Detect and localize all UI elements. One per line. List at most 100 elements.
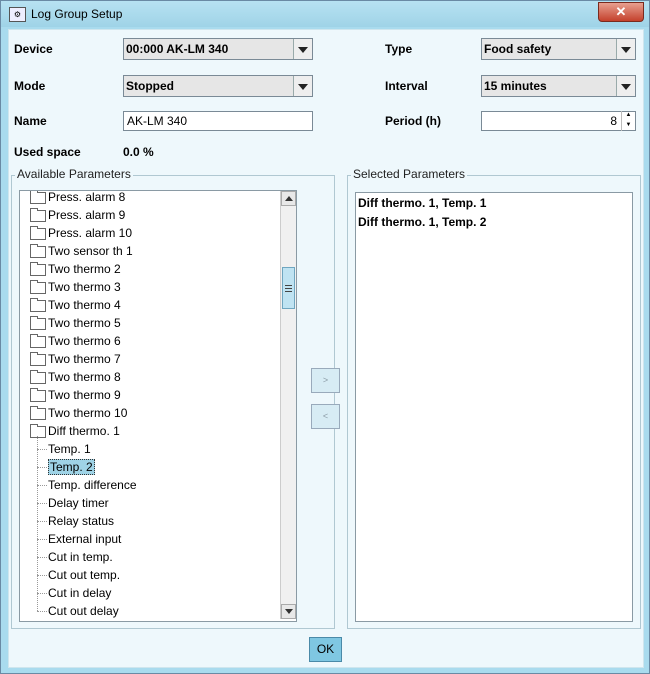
mode-dropdown[interactable]: Stopped bbox=[123, 75, 313, 97]
folder-icon bbox=[30, 226, 46, 240]
tree-folder-label: Two thermo 10 bbox=[48, 406, 128, 420]
device-dropdown[interactable]: 00:000 AK-LM 340 bbox=[123, 38, 313, 60]
tree-folder-row[interactable]: Press. alarm 9 bbox=[20, 206, 280, 224]
interval-label: Interval bbox=[385, 79, 428, 93]
selected-parameters-title: Selected Parameters bbox=[351, 167, 468, 181]
selected-parameters-list[interactable]: Diff thermo. 1, Temp. 1 Diff thermo. 1, … bbox=[355, 192, 633, 622]
close-button[interactable]: ✕ bbox=[598, 2, 644, 22]
grip-line bbox=[285, 285, 292, 286]
tree-connector-tick bbox=[37, 485, 47, 486]
tree-item-label: Cut out delay bbox=[48, 604, 119, 618]
name-label: Name bbox=[14, 114, 47, 128]
folder-icon bbox=[30, 280, 46, 294]
scroll-up-icon[interactable] bbox=[281, 191, 296, 206]
name-input[interactable]: AK-LM 340 bbox=[123, 111, 313, 131]
tree-folder-row[interactable]: Two thermo 6 bbox=[20, 332, 280, 350]
tree-item-row[interactable]: Temp. difference bbox=[48, 476, 137, 494]
tree-item-row[interactable]: Temp. 1 bbox=[48, 440, 91, 458]
tree-folder-label: Two thermo 3 bbox=[48, 280, 121, 294]
add-parameter-button[interactable]: > bbox=[311, 368, 340, 393]
app-icon: ⚙ bbox=[9, 7, 26, 22]
tree-item-label: Cut in delay bbox=[48, 586, 112, 600]
tree-connector-tick bbox=[37, 575, 47, 576]
folder-icon bbox=[30, 244, 46, 258]
tree-item-label: Temp. difference bbox=[48, 478, 137, 492]
tree-connector-tick bbox=[37, 521, 47, 522]
available-parameters-title: Available Parameters bbox=[15, 167, 133, 181]
tree-folder-label: Two thermo 8 bbox=[48, 370, 121, 384]
folder-icon bbox=[30, 370, 46, 384]
folder-icon bbox=[30, 406, 46, 420]
type-label: Type bbox=[385, 42, 413, 56]
tree-item-label: Relay status bbox=[48, 514, 115, 528]
folder-icon bbox=[30, 298, 46, 312]
tree-folder-label: Two thermo 6 bbox=[48, 334, 121, 348]
tree-item-row[interactable]: Cut out temp. bbox=[48, 566, 120, 584]
tree-item-row[interactable]: Cut in delay bbox=[48, 584, 111, 602]
chevron-down-icon[interactable] bbox=[616, 76, 635, 96]
tree-item-row[interactable]: Relay status bbox=[48, 512, 114, 530]
tree-folder-label: Press. alarm 9 bbox=[48, 208, 126, 222]
period-spinner-arrows[interactable]: ▲ ▼ bbox=[621, 111, 635, 131]
spin-up-icon[interactable]: ▲ bbox=[622, 111, 635, 120]
tree-item-row[interactable]: Cut in temp. bbox=[48, 548, 113, 566]
type-value: Food safety bbox=[484, 42, 552, 56]
tree-folder-row[interactable]: Two thermo 5 bbox=[20, 314, 280, 332]
mode-label: Mode bbox=[14, 79, 46, 93]
tree-folder-label: Press. alarm 10 bbox=[48, 226, 133, 240]
remove-parameter-button[interactable]: < bbox=[311, 404, 340, 429]
tree-item-label: Temp. 1 bbox=[48, 442, 91, 456]
chevron-down-icon[interactable] bbox=[293, 76, 312, 96]
selected-item[interactable]: Diff thermo. 1, Temp. 1 bbox=[358, 196, 486, 210]
tree-folder-label: Two thermo 7 bbox=[48, 352, 121, 366]
ok-button[interactable]: OK bbox=[309, 637, 342, 662]
mode-value: Stopped bbox=[126, 79, 174, 93]
title-bar[interactable]: ⚙ Log Group Setup ✕ bbox=[1, 1, 649, 27]
folder-icon bbox=[30, 208, 46, 222]
tree-folder-row[interactable]: Two thermo 9 bbox=[20, 386, 280, 404]
scroll-down-icon[interactable] bbox=[281, 604, 296, 619]
tree-folder-label: Two thermo 4 bbox=[48, 298, 121, 312]
scroll-thumb[interactable] bbox=[282, 267, 295, 309]
available-parameters-tree[interactable]: Press. alarm 8 Press. alarm 9 Press. alarm… bbox=[19, 190, 297, 622]
tree-folder-row[interactable]: Two thermo 8 bbox=[20, 368, 280, 386]
spin-down-icon[interactable]: ▼ bbox=[622, 121, 635, 130]
tree-folder-row[interactable]: Two sensor th 1 bbox=[20, 242, 280, 260]
tree-connector-tick bbox=[37, 593, 47, 594]
tree-folder-row[interactable]: Two thermo 3 bbox=[20, 278, 280, 296]
tree-item-label: Delay timer bbox=[48, 496, 109, 510]
tree-item-row[interactable]: Cut out delay bbox=[48, 602, 119, 620]
tree-item-label: External input bbox=[48, 532, 122, 546]
used-space-value: 0.0 % bbox=[123, 145, 154, 159]
tree-folder-label: Two sensor th 1 bbox=[48, 244, 133, 258]
window-title: Log Group Setup bbox=[31, 7, 123, 21]
tree-folder-row[interactable]: Two thermo 2 bbox=[20, 260, 280, 278]
tree-item-label-selected: Temp. 2 bbox=[48, 459, 95, 475]
tree-connector-tick bbox=[37, 611, 47, 612]
tree-folder-row[interactable]: Two thermo 7 bbox=[20, 350, 280, 368]
period-spinner[interactable]: 8 bbox=[481, 111, 636, 131]
tree-item-row[interactable]: External input bbox=[48, 530, 121, 548]
tree-item-row[interactable]: Delay timer bbox=[48, 494, 109, 512]
tree-folder-row[interactable]: Press. alarm 8 bbox=[20, 191, 280, 206]
folder-icon bbox=[30, 334, 46, 348]
tree-folder-row[interactable]: Two thermo 4 bbox=[20, 296, 280, 314]
period-label: Period (h) bbox=[385, 114, 441, 128]
folder-icon bbox=[30, 191, 46, 204]
selected-item[interactable]: Diff thermo. 1, Temp. 2 bbox=[358, 215, 486, 229]
chevron-down-icon[interactable] bbox=[616, 39, 635, 59]
interval-value: 15 minutes bbox=[484, 79, 547, 93]
tree-folder-row[interactable]: Two thermo 10 bbox=[20, 404, 280, 422]
tree-item-row[interactable]: Temp. 2 bbox=[48, 458, 95, 476]
folder-icon bbox=[30, 262, 46, 276]
tree-folder-row[interactable]: Diff thermo. 1 bbox=[20, 422, 280, 440]
tree-connector-tick bbox=[37, 503, 47, 504]
folder-icon bbox=[30, 424, 46, 438]
type-dropdown[interactable]: Food safety bbox=[481, 38, 636, 60]
tree-connector-tick bbox=[37, 449, 47, 450]
grip-line bbox=[285, 291, 292, 292]
tree-folder-row[interactable]: Press. alarm 10 bbox=[20, 224, 280, 242]
chevron-down-icon[interactable] bbox=[293, 39, 312, 59]
interval-dropdown[interactable]: 15 minutes bbox=[481, 75, 636, 97]
available-scrollbar[interactable] bbox=[280, 191, 296, 619]
